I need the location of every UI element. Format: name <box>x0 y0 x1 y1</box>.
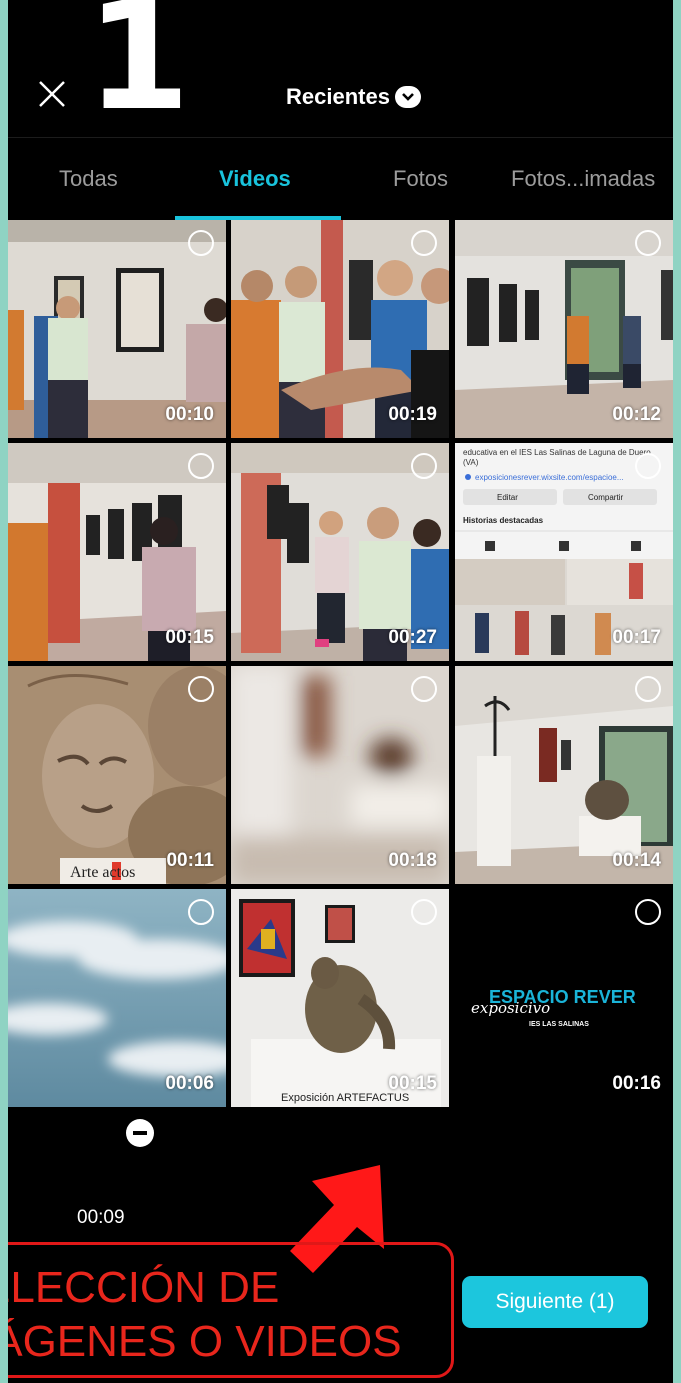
album-title: Recientes <box>286 84 390 109</box>
tab-fotos-animadas[interactable]: Fotos...imadas <box>511 166 655 192</box>
annotation-line-2: IÁGENES O VIDEOS <box>8 1317 402 1366</box>
espacio-rever-script: exposicivo <box>471 999 550 1017</box>
app-screen: 1 Recientes Todas Videos Fotos Fotos...i… <box>8 0 673 1383</box>
select-circle[interactable] <box>188 899 214 925</box>
chevron-down-icon <box>394 86 421 108</box>
select-circle[interactable] <box>635 676 661 702</box>
next-button[interactable]: Siguiente (1) <box>462 1276 648 1328</box>
step-number: 1 <box>86 0 191 144</box>
select-circle[interactable] <box>635 899 661 925</box>
select-circle[interactable] <box>188 230 214 256</box>
header: 1 Recientes <box>8 0 673 138</box>
video-duration: 00:15 <box>165 627 214 648</box>
video-thumbnail[interactable]: Arte actos 00:11 <box>8 666 226 884</box>
media-tabs: Todas Videos Fotos Fotos...imadas <box>8 138 673 220</box>
video-duration: 00:15 <box>388 1073 437 1094</box>
select-circle[interactable] <box>188 453 214 479</box>
video-duration: 00:18 <box>388 850 437 871</box>
video-duration: 00:14 <box>612 850 661 871</box>
tab-videos[interactable]: Videos <box>219 166 291 192</box>
tab-todas[interactable]: Todas <box>59 166 118 192</box>
video-duration: 00:12 <box>612 404 661 425</box>
video-thumbnail[interactable]: 00:14 <box>455 666 673 884</box>
web-share: Compartir <box>588 493 623 502</box>
video-duration: 00:16 <box>612 1073 661 1094</box>
web-edit: Editar <box>497 493 518 502</box>
select-circle[interactable] <box>635 453 661 479</box>
video-thumbnail[interactable]: educativa en el IES Las Salinas de Lagun… <box>455 443 673 661</box>
video-thumbnail[interactable]: 00:12 <box>455 220 673 438</box>
video-thumbnail[interactable]: 00:15 <box>8 443 226 661</box>
select-circle[interactable] <box>411 453 437 479</box>
select-circle[interactable] <box>635 230 661 256</box>
album-selector[interactable]: Recientes <box>286 82 421 112</box>
ies-text: IES LAS SALINAS <box>529 1021 589 1028</box>
video-duration: 00:11 <box>166 850 214 871</box>
web-text-line1: educativa en el IES Las Salinas de Lagun… <box>463 448 651 457</box>
video-thumbnail[interactable]: 00:27 <box>231 443 449 661</box>
video-thumbnail[interactable]: Exposición ARTEFACTUS 00:15 <box>231 889 449 1107</box>
selected-duration: 00:09 <box>77 1207 125 1228</box>
video-duration: 00:10 <box>165 404 214 425</box>
remove-selection-icon[interactable] <box>126 1119 154 1147</box>
video-duration: 00:19 <box>388 404 437 425</box>
select-circle[interactable] <box>411 899 437 925</box>
video-duration: 00:27 <box>388 627 437 648</box>
video-thumbnail[interactable]: 00:18 <box>231 666 449 884</box>
select-circle[interactable] <box>411 230 437 256</box>
web-url: exposicionesrever.wixsite.com/espacioe..… <box>475 473 624 482</box>
video-thumbnail[interactable]: 00:06 <box>8 889 226 1107</box>
tab-fotos[interactable]: Fotos <box>393 166 448 192</box>
video-duration: 00:17 <box>612 627 661 648</box>
artefactos-logo-text: Arte actos <box>70 864 135 881</box>
video-thumbnail[interactable]: ESPACIO REVER exposicivo IES LAS SALINAS… <box>455 889 673 1107</box>
video-duration: 00:06 <box>165 1073 214 1094</box>
annotation-line-1: ELECCIÓN DE <box>8 1263 280 1312</box>
web-highlights: Historias destacadas <box>463 516 544 525</box>
video-thumbnail[interactable]: 00:19 <box>231 220 449 438</box>
select-circle[interactable] <box>411 676 437 702</box>
video-thumbnail[interactable]: 00:10 <box>8 220 226 438</box>
select-circle[interactable] <box>188 676 214 702</box>
web-text-line2: (VA) <box>463 458 479 467</box>
annotation-box: ELECCIÓN DE IÁGENES O VIDEOS <box>8 1242 454 1378</box>
close-icon[interactable] <box>36 78 68 110</box>
